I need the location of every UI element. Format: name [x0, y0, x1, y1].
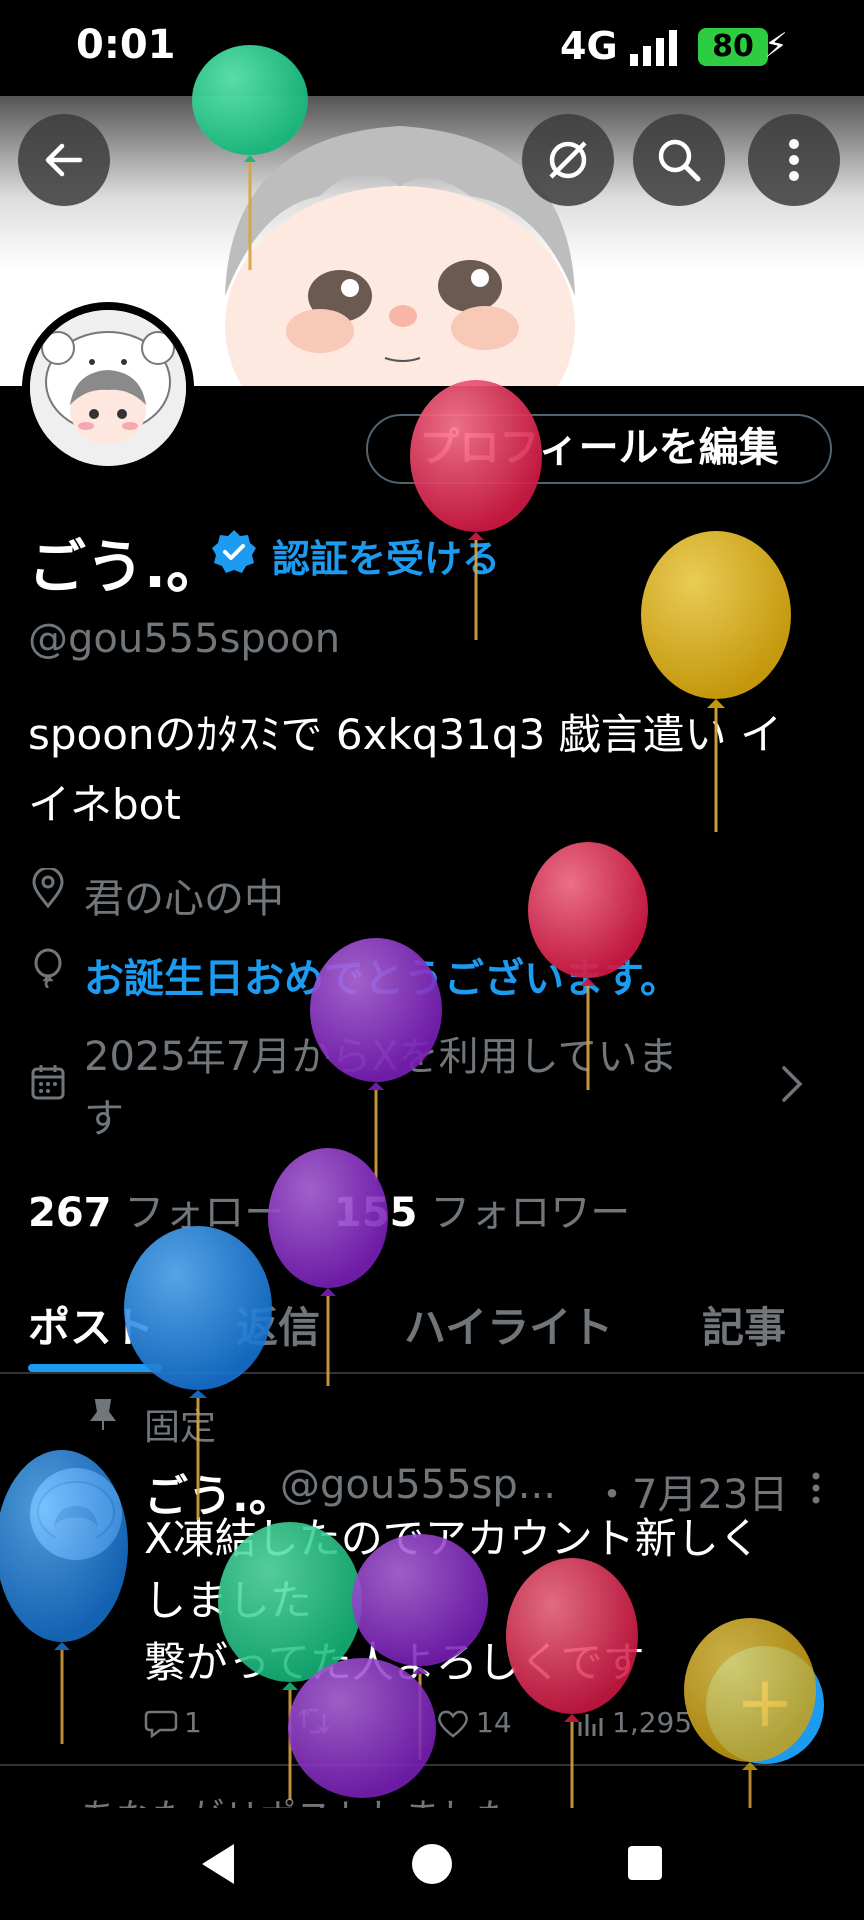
joined-line: 2025年7月からXを利用していま	[84, 1034, 678, 1080]
tweet-handle[interactable]: @gou555sp...	[280, 1462, 556, 1508]
following-count: 267	[28, 1190, 112, 1236]
followers-label: フォロワー	[430, 1190, 631, 1236]
bio-line: spoonのｶﾀｽﾐで 6xkq31q3 戯言遣い イ	[28, 710, 782, 759]
calendar-icon	[31, 1065, 65, 1100]
compose-button[interactable]: +	[706, 1646, 824, 1764]
tweet-line: しました	[144, 1576, 313, 1625]
chevron-right-icon[interactable]	[780, 1064, 804, 1104]
location-icon	[32, 868, 64, 908]
avatar-image	[37, 1481, 115, 1550]
tab-articles[interactable]: 記事	[702, 1294, 786, 1355]
profile-name: ごう.。	[28, 533, 225, 601]
get-verified-link[interactable]: 認証を受ける	[272, 528, 500, 583]
joined-line: す	[84, 1096, 124, 1142]
bio-line: イネbot	[28, 780, 181, 829]
like-count: 14	[476, 1706, 512, 1739]
balloon-icon	[34, 948, 62, 988]
tab-replies[interactable]: 返信	[236, 1294, 320, 1355]
nav-back-icon[interactable]	[198, 1842, 238, 1886]
profile-location: 君の心の中	[84, 876, 284, 922]
status-bar: 0:01 4G 80 ⚡	[0, 0, 864, 96]
divider	[0, 1764, 864, 1766]
retweet-button[interactable]	[296, 1706, 332, 1736]
signal-icon	[630, 30, 677, 66]
pin-icon	[90, 1399, 116, 1430]
back-button[interactable]	[18, 114, 110, 206]
grok-icon	[549, 141, 587, 179]
avatar[interactable]	[22, 302, 194, 474]
retweet-icon	[298, 1708, 330, 1734]
analytics-icon	[578, 1713, 603, 1736]
reply-icon	[144, 1710, 178, 1738]
profile-bio: spoonのｶﾀｽﾐで 6xkq31q3 戯言遣い イ イネbot	[28, 700, 828, 840]
followers-count: 155	[334, 1190, 418, 1236]
system-nav-bar	[0, 1808, 864, 1920]
charging-icon: ⚡	[764, 26, 788, 66]
following-link[interactable]: 267 フォロー	[28, 1180, 284, 1238]
profile-joined[interactable]: 2025年7月からXを利用していま す	[84, 1026, 764, 1150]
active-tab-indicator	[28, 1364, 162, 1372]
view-count: 1,295	[612, 1706, 693, 1739]
search-icon	[658, 139, 701, 182]
nav-recents-icon[interactable]	[626, 1844, 664, 1882]
network-type: 4G	[560, 24, 618, 68]
followers-link[interactable]: 155 フォロワー	[334, 1180, 630, 1238]
verified-badge-icon[interactable]	[210, 528, 258, 576]
reply-button[interactable]: 1	[144, 1706, 202, 1739]
reply-count: 1	[184, 1706, 202, 1739]
like-button[interactable]: 14	[436, 1706, 512, 1739]
nav-home-icon[interactable]	[410, 1842, 454, 1886]
arrow-left-icon	[45, 143, 83, 177]
edit-profile-button[interactable]: プロフィールを編集	[366, 414, 832, 484]
avatar-image	[30, 310, 186, 466]
birthday-link[interactable]: お誕生日おめでとうございます。	[84, 946, 680, 1004]
tweet-avatar[interactable]	[30, 1468, 122, 1560]
tweet-line: X凍結したのでアカウント新しく	[144, 1514, 761, 1563]
tweet-more-icon[interactable]	[808, 1470, 824, 1506]
more-vertical-icon	[789, 139, 799, 181]
views-button[interactable]: 1,295	[576, 1706, 692, 1739]
profile-handle: @gou555spoon	[28, 616, 341, 662]
heart-icon	[438, 1710, 468, 1738]
battery-level: 80	[698, 28, 768, 66]
pinned-label: 固定	[144, 1407, 217, 1448]
tab-posts[interactable]: ポスト	[28, 1294, 154, 1355]
following-label: フォロー	[124, 1190, 285, 1236]
divider	[0, 1372, 864, 1374]
more-button[interactable]	[748, 114, 840, 206]
status-time: 0:01	[76, 22, 176, 68]
grok-button[interactable]	[522, 114, 614, 206]
search-button[interactable]	[633, 114, 725, 206]
tab-highlights[interactable]: ハイライト	[404, 1294, 613, 1355]
